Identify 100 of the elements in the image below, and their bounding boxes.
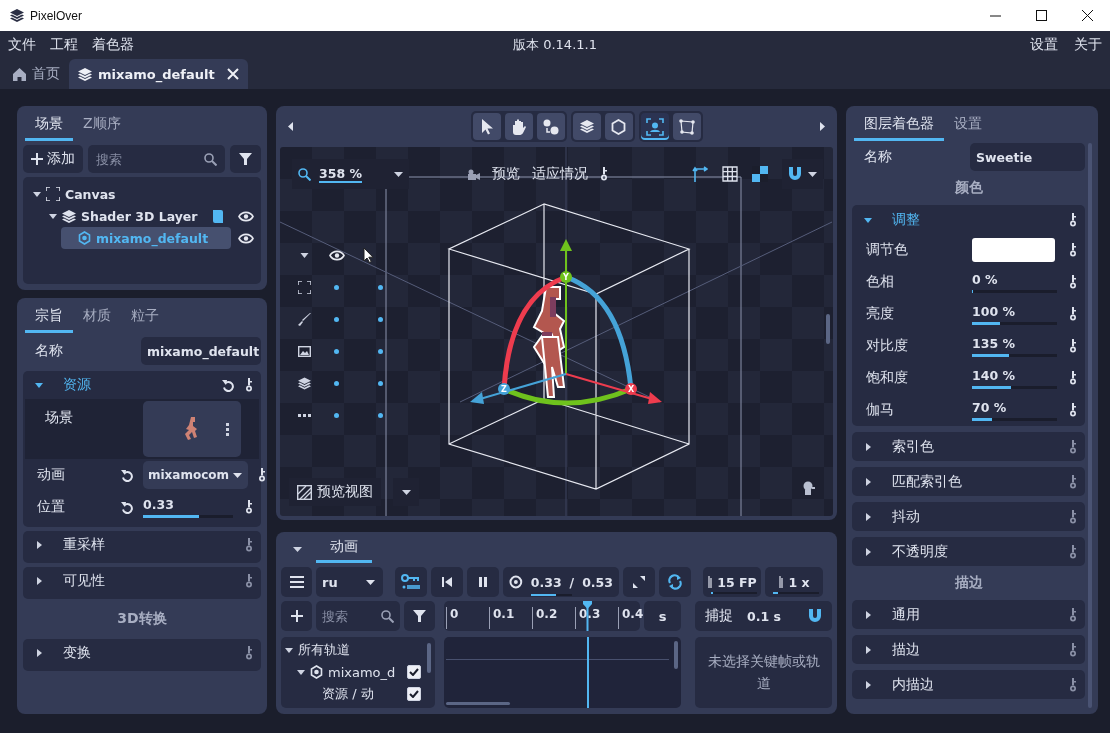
scroll-left-icon[interactable] (288, 122, 293, 131)
caret-icon[interactable] (394, 171, 403, 177)
slider-value[interactable]: 135 % (972, 335, 1057, 351)
search-field[interactable]: 搜索 (88, 145, 225, 173)
caret-icon[interactable] (864, 547, 872, 556)
section-title[interactable]: 索引色 (892, 437, 934, 456)
track-label[interactable]: mixamo_d (328, 664, 396, 680)
loop-button[interactable] (659, 567, 691, 597)
visibility-dot[interactable] (378, 412, 383, 418)
tab-label[interactable]: 首页 (32, 65, 60, 83)
search-icon[interactable] (204, 153, 217, 166)
scene-thumbnail[interactable] (143, 401, 241, 457)
time-unit-button[interactable]: s (644, 601, 681, 631)
snap-toggle[interactable] (782, 159, 823, 189)
fps-field[interactable]: 15 FP (703, 567, 761, 597)
camera-icon[interactable] (467, 168, 480, 180)
reset-icon[interactable] (222, 378, 235, 392)
key-icon[interactable] (245, 378, 253, 392)
add-button[interactable]: 添加 (23, 145, 83, 173)
visibility-dot[interactable] (334, 284, 339, 290)
caret-icon[interactable] (864, 610, 872, 619)
panel-tab[interactable]: 图层着色器 (854, 112, 944, 141)
visibility-dot[interactable] (334, 380, 339, 386)
slider-track[interactable] (143, 514, 233, 518)
caret-icon[interactable] (864, 512, 872, 521)
more-icon[interactable] (226, 423, 229, 436)
tree-item[interactable]: Canvas (29, 183, 231, 205)
viewport-canvas[interactable]: Y Z X 358 % 预览 适应情况 预览视图 (280, 147, 833, 516)
eye-icon[interactable] (238, 210, 254, 222)
caret-icon[interactable] (233, 472, 243, 478)
reset-icon[interactable] (121, 468, 134, 482)
tool-button[interactable] (572, 113, 601, 140)
tool-button[interactable] (672, 113, 701, 140)
visibility-dot[interactable] (378, 380, 383, 386)
slider-value[interactable]: 140 % (972, 367, 1057, 383)
slider-track[interactable] (972, 321, 1057, 325)
eye-icon[interactable] (238, 232, 254, 244)
slider-track[interactable] (972, 385, 1057, 389)
key-icon[interactable] (1069, 275, 1077, 289)
panel-tab[interactable]: 设置 (944, 112, 992, 141)
key-icon[interactable] (1069, 243, 1077, 257)
close-icon[interactable] (226, 68, 239, 80)
search-icon[interactable] (298, 167, 311, 181)
caret-icon[interactable] (293, 547, 302, 552)
speed-field[interactable]: 1 x (765, 567, 823, 597)
panel-tab[interactable]: 材质 (73, 304, 121, 333)
key-icon[interactable] (1069, 212, 1077, 227)
fit-button[interactable]: 适应情况 (532, 165, 588, 183)
slider-value[interactable]: 70 % (972, 399, 1057, 415)
caret-icon[interactable] (808, 171, 817, 177)
visibility-dot[interactable] (334, 348, 339, 354)
name-field[interactable]: mixamo_default (141, 337, 261, 365)
view-mode-button[interactable]: 预览视图 (289, 478, 381, 506)
filter-button[interactable] (404, 601, 435, 631)
tool-button[interactable] (472, 113, 501, 140)
panel-tab[interactable]: Z顺序 (73, 112, 131, 141)
horizontal-scrollbar[interactable] (446, 702, 510, 705)
caret-icon[interactable] (298, 252, 311, 258)
pause-button[interactable] (467, 567, 499, 597)
panel-tab[interactable]: 宗旨 (25, 304, 73, 333)
checkbox[interactable] (407, 687, 421, 701)
scroll-icon[interactable] (212, 209, 223, 223)
menu-item[interactable]: 着色器 (92, 36, 134, 54)
panel-tab[interactable]: 场景 (25, 112, 73, 141)
panel-tab[interactable]: 粒子 (121, 304, 169, 333)
caret-icon[interactable] (35, 577, 43, 585)
key-icon[interactable] (1069, 371, 1077, 385)
eye-icon[interactable] (329, 249, 345, 261)
section-title[interactable]: 内描边 (892, 675, 934, 694)
caret-icon[interactable] (864, 442, 872, 451)
menu-item[interactable]: 文件 (8, 36, 36, 54)
menu-item[interactable]: 设置 (1030, 36, 1058, 54)
caret-icon[interactable] (49, 212, 57, 220)
section-title[interactable]: 调整 (892, 210, 920, 229)
slider-value[interactable]: 0.33 (143, 496, 233, 512)
snap-field[interactable]: 捕捉 0.1 s (695, 601, 832, 631)
tree-item[interactable]: mixamo_default (61, 227, 231, 249)
key-icon[interactable] (1069, 403, 1077, 417)
tab-label[interactable]: mixamo_default (98, 66, 215, 82)
key-icon[interactable] (600, 167, 608, 181)
caret-icon[interactable] (864, 477, 872, 486)
caret-icon[interactable] (33, 190, 41, 198)
zoom-field[interactable]: 358 % (292, 159, 409, 189)
menu-item[interactable]: 关于 (1074, 36, 1102, 54)
caret-icon[interactable] (864, 645, 872, 654)
frame-icon[interactable] (298, 280, 311, 294)
visibility-dot[interactable] (334, 412, 339, 418)
tool-button[interactable] (640, 113, 669, 140)
tool-button[interactable] (604, 113, 633, 140)
caret-icon[interactable] (285, 646, 293, 654)
more-icon[interactable] (298, 413, 311, 417)
slider-value[interactable]: 100 % (972, 303, 1057, 319)
menu-item[interactable]: 工程 (50, 36, 78, 54)
section-title[interactable]: 资源 (63, 376, 91, 394)
brush-icon[interactable] (298, 312, 311, 326)
preview-button[interactable]: 预览 (492, 165, 520, 183)
slider-value[interactable]: 0 % (972, 271, 1057, 287)
section-title[interactable]: 变换 (63, 644, 91, 662)
color-swatch[interactable] (972, 238, 1055, 262)
image-icon[interactable] (298, 345, 311, 357)
